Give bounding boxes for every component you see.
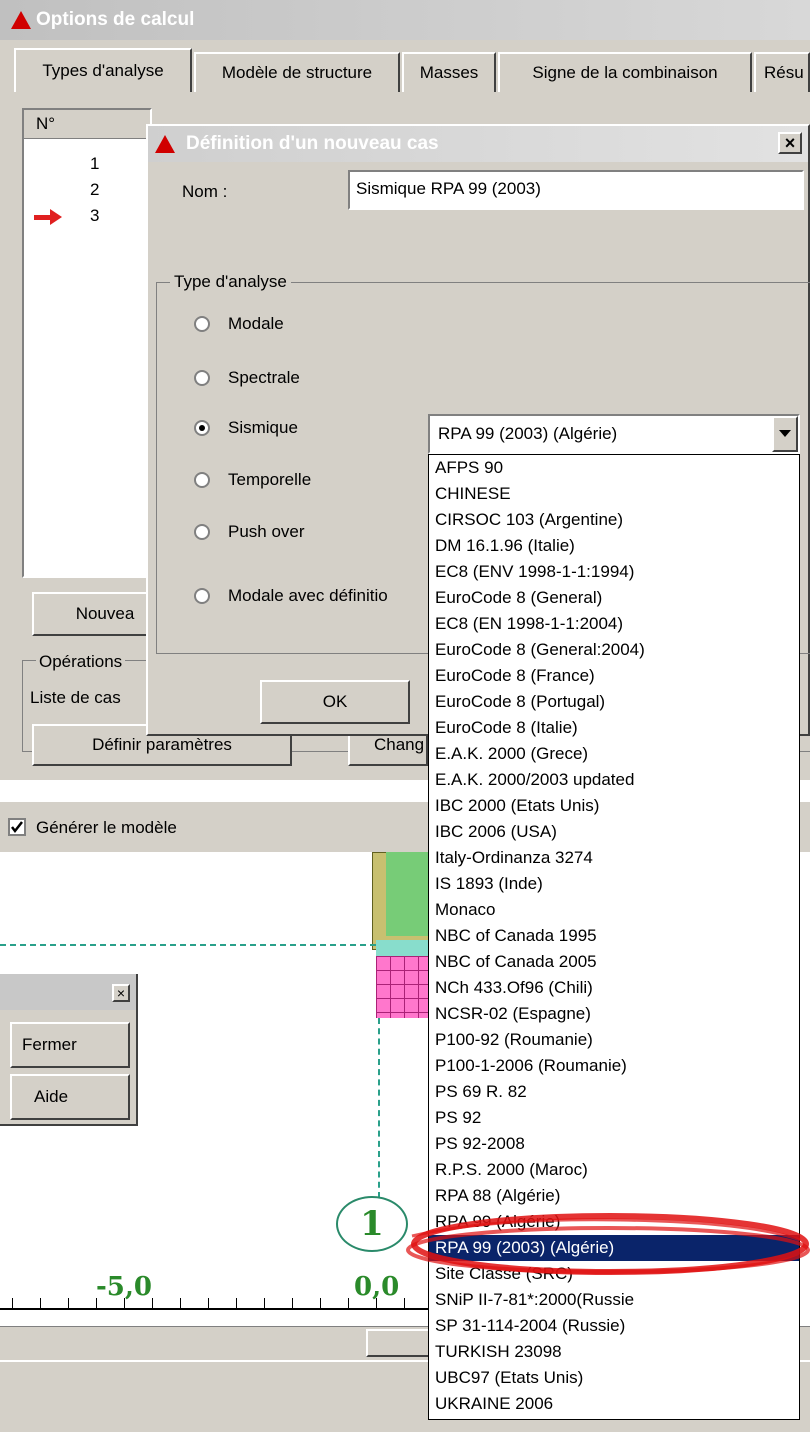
dropdown-option[interactable]: P100-1-2006 (Roumanie)	[429, 1053, 799, 1079]
check-icon	[11, 821, 23, 834]
dialog-close-button[interactable]: ×	[778, 132, 802, 154]
analysis-type-label: Type d'analyse	[170, 272, 291, 292]
grid-axis-vertical	[378, 1018, 380, 1198]
list-header: N°	[24, 110, 150, 139]
radio-modale-definition-label: Modale avec définitio	[228, 586, 388, 605]
dropdown-option[interactable]: Italy-Ordinanza 3274	[429, 845, 799, 871]
radio-temporelle-label: Temporelle	[228, 470, 312, 489]
seismic-code-select[interactable]: RPA 99 (2003) (Algérie)	[428, 414, 800, 454]
chevron-down-icon	[779, 430, 791, 437]
list-item[interactable]: 3	[90, 206, 99, 226]
radio-modale-label: Modale	[228, 314, 284, 333]
dropdown-option[interactable]: TURKISH 23098	[429, 1339, 799, 1365]
dropdown-option[interactable]: EuroCode 8 (France)	[429, 663, 799, 689]
new-case-button[interactable]: Nouvea	[32, 592, 148, 636]
radio-push-over-label: Push over	[228, 522, 305, 541]
dropdown-option[interactable]: IS 1893 (Inde)	[429, 871, 799, 897]
dropdown-option[interactable]: EC8 (EN 1998-1-1:2004)	[429, 611, 799, 637]
current-case-arrow-icon	[34, 209, 62, 225]
list-item[interactable]: 1	[90, 154, 99, 174]
dropdown-option[interactable]: PS 69 R. 82	[429, 1079, 799, 1105]
dropdown-option[interactable]: Monaco	[429, 897, 799, 923]
ok-button[interactable]: OK	[260, 680, 410, 724]
case-list[interactable]: N° 1 2 3	[22, 108, 152, 578]
name-field[interactable]: Sismique RPA 99 (2003)	[348, 170, 804, 210]
dropdown-option[interactable]: EuroCode 8 (General)	[429, 585, 799, 611]
generate-model-label: Générer le modèle	[36, 818, 177, 837]
radio-modale[interactable]	[194, 316, 210, 332]
tick-label: 0,0	[354, 1272, 400, 1302]
radio-spectrale[interactable]	[194, 370, 210, 386]
case-list-label: Liste de cas	[30, 688, 121, 707]
axis-marker: 1	[336, 1196, 408, 1252]
warning-icon	[11, 11, 31, 29]
annotation-scribble	[406, 1213, 810, 1275]
tab-masses[interactable]: Masses	[402, 52, 496, 92]
list-item[interactable]: 2	[90, 180, 99, 200]
magenta-grid	[376, 956, 432, 1018]
radio-sismique-label: Sismique	[228, 418, 298, 437]
dropdown-option[interactable]: EuroCode 8 (Italie)	[429, 715, 799, 741]
dropdown-option[interactable]: R.P.S. 2000 (Maroc)	[429, 1157, 799, 1183]
dropdown-option[interactable]: IBC 2000 (Etats Unis)	[429, 793, 799, 819]
warning-icon	[155, 135, 175, 153]
dropdown-option[interactable]: E.A.K. 2000 (Grece)	[429, 741, 799, 767]
radio-push-over[interactable]	[194, 524, 210, 540]
dialog-title-bar: Définition d'un nouveau cas ×	[148, 126, 808, 162]
tab-modele-structure[interactable]: Modèle de structure	[194, 52, 400, 92]
grid-axis-horizontal	[0, 944, 376, 946]
scrollbar-thumb[interactable]	[366, 1329, 436, 1357]
radio-temporelle[interactable]	[194, 472, 210, 488]
dropdown-option[interactable]: NCSR-02 (Espagne)	[429, 1001, 799, 1027]
dropdown-option[interactable]: IBC 2006 (USA)	[429, 819, 799, 845]
dropdown-option[interactable]: E.A.K. 2000/2003 updated	[429, 767, 799, 793]
dropdown-option[interactable]: CHINESE	[429, 481, 799, 507]
dropdown-option[interactable]: EuroCode 8 (Portugal)	[429, 689, 799, 715]
dropdown-option[interactable]: NBC of Canada 1995	[429, 923, 799, 949]
outer-title-bar: Options de calcul	[0, 0, 810, 40]
ruler-line	[0, 1308, 430, 1310]
outer-window-title: Options de calcul	[36, 9, 195, 30]
operations-label: Opérations	[36, 652, 126, 672]
tick-label: -5,0	[96, 1272, 153, 1302]
tab-resultats[interactable]: Résu	[754, 52, 810, 92]
radio-spectrale-label: Spectrale	[228, 368, 300, 387]
dropdown-toggle[interactable]	[772, 416, 798, 452]
help-button[interactable]: Aide	[10, 1074, 130, 1120]
close-panel-button[interactable]: Fermer	[10, 1022, 130, 1068]
dropdown-option[interactable]: NBC of Canada 2005	[429, 949, 799, 975]
structure-element	[386, 852, 432, 936]
tab-types-analyse[interactable]: Types d'analyse	[14, 48, 192, 92]
dropdown-option[interactable]: AFPS 90	[429, 455, 799, 481]
dropdown-option[interactable]: EC8 (ENV 1998-1-1:1994)	[429, 559, 799, 585]
dropdown-option[interactable]: NCh 433.Of96 (Chili)	[429, 975, 799, 1001]
tab-signe-combinaison[interactable]: Signe de la combinaison	[498, 52, 752, 92]
dropdown-option[interactable]: PS 92-2008	[429, 1131, 799, 1157]
dropdown-option[interactable]: P100-92 (Roumanie)	[429, 1027, 799, 1053]
dropdown-option[interactable]: EuroCode 8 (General:2004)	[429, 637, 799, 663]
dialog-title: Définition d'un nouveau cas	[186, 133, 439, 154]
dropdown-option[interactable]: UBC97 (Etats Unis)	[429, 1365, 799, 1391]
radio-sismique[interactable]	[194, 420, 210, 436]
dropdown-option[interactable]: DM 16.1.96 (Italie)	[429, 533, 799, 559]
dropdown-option[interactable]: UKRAINE 2006	[429, 1391, 799, 1417]
small-panel-close-button[interactable]: ×	[112, 984, 130, 1002]
name-label: Nom :	[182, 182, 228, 201]
radio-modale-definition[interactable]	[194, 588, 210, 604]
dropdown-option[interactable]: CIRSOC 103 (Argentine)	[429, 507, 799, 533]
dropdown-option[interactable]: SP 31-114-2004 (Russie)	[429, 1313, 799, 1339]
dropdown-option[interactable]: PS 92	[429, 1105, 799, 1131]
generate-model-checkbox[interactable]	[8, 818, 26, 836]
